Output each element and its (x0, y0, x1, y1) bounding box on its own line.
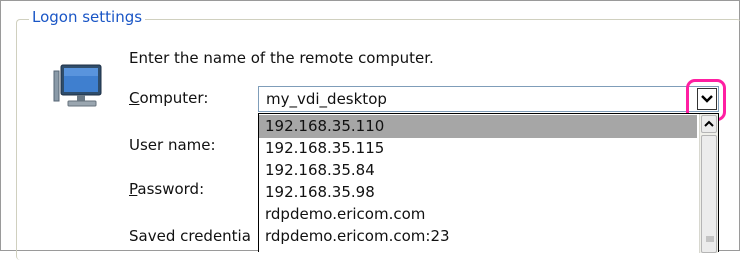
instruction-text: Enter the name of the remote computer. (129, 49, 434, 67)
monitor-icon (53, 64, 102, 107)
computer-dropdown-list[interactable]: 192.168.35.110 192.168.35.115 192.168.35… (258, 113, 719, 253)
dropdown-scrollbar[interactable] (699, 114, 718, 253)
password-label: Password: (129, 180, 205, 198)
list-item[interactable]: 192.168.35.98 (259, 181, 697, 204)
saved-credentials-label: Saved credentia (129, 227, 251, 245)
list-item[interactable]: 192.168.35.84 (259, 159, 697, 182)
computer-input[interactable]: my_vdi_desktop (266, 89, 387, 109)
list-item[interactable]: rdpdemo.ericom.com:23 (259, 225, 697, 248)
list-item[interactable]: rdpdemo.ericom.com (259, 203, 697, 226)
scroll-up-button[interactable] (701, 115, 717, 133)
remote-desktop-panel: Logon settings Enter the name of the rem… (0, 0, 740, 260)
grip-icon (706, 236, 714, 242)
list-item[interactable]: 192.168.35.115 (259, 137, 697, 160)
username-label: User name: (129, 136, 216, 154)
scroll-thumb[interactable] (701, 135, 717, 253)
computer-combobox[interactable]: my_vdi_desktop (258, 86, 719, 112)
list-item[interactable]: 192.168.35.110 (259, 115, 697, 138)
group-title: Logon settings (29, 7, 146, 27)
chevron-up-icon (704, 120, 714, 127)
computer-label: Computer: (129, 89, 209, 107)
